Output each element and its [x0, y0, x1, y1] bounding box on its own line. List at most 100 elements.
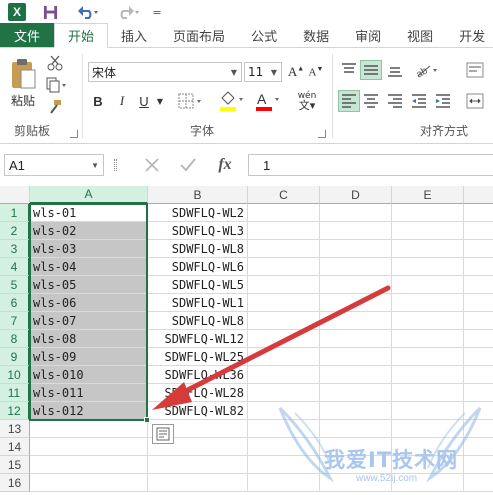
increase-indent-button[interactable] — [432, 90, 454, 112]
table-cell[interactable]: wls-010 — [30, 366, 148, 384]
table-cell[interactable] — [464, 258, 493, 276]
table-cell[interactable] — [320, 240, 392, 258]
table-cell[interactable]: wls-07 — [30, 312, 148, 330]
quick-analysis-button[interactable] — [152, 424, 174, 444]
table-cell[interactable] — [392, 294, 464, 312]
row-header[interactable]: 7 — [0, 312, 30, 330]
underline-button[interactable]: U — [134, 90, 154, 112]
row-header[interactable]: 3 — [0, 240, 30, 258]
table-cell[interactable]: wls-012 — [30, 402, 148, 420]
tab-formulas[interactable]: 公式 — [238, 23, 290, 47]
shrink-font-button[interactable]: A▼ — [306, 62, 326, 82]
table-cell[interactable] — [30, 420, 148, 438]
table-cell[interactable] — [392, 474, 464, 492]
table-cell[interactable]: SDWFLQ-WL82 — [148, 402, 248, 420]
table-cell[interactable] — [30, 438, 148, 456]
format-painter-button[interactable] — [44, 98, 66, 116]
table-cell[interactable]: SDWFLQ-WL2 — [148, 204, 248, 222]
table-cell[interactable] — [248, 276, 320, 294]
table-cell[interactable] — [248, 456, 320, 474]
bold-button[interactable]: B — [88, 90, 108, 112]
table-cell[interactable] — [464, 240, 493, 258]
table-cell[interactable] — [148, 456, 248, 474]
table-cell[interactable] — [248, 384, 320, 402]
table-cell[interactable] — [392, 222, 464, 240]
column-header-d[interactable]: D — [320, 186, 392, 204]
row-header[interactable]: 11 — [0, 384, 30, 402]
table-cell[interactable]: wls-02 — [30, 222, 148, 240]
table-cell[interactable] — [392, 366, 464, 384]
row-header[interactable]: 10 — [0, 366, 30, 384]
customize-qat-button[interactable]: = — [150, 2, 164, 22]
table-cell[interactable] — [320, 330, 392, 348]
font-launcher-icon[interactable] — [318, 130, 326, 138]
table-cell[interactable] — [248, 258, 320, 276]
table-cell[interactable] — [392, 456, 464, 474]
table-cell[interactable] — [320, 456, 392, 474]
table-cell[interactable] — [148, 474, 248, 492]
table-cell[interactable] — [320, 474, 392, 492]
table-cell[interactable] — [320, 366, 392, 384]
table-cell[interactable] — [464, 384, 493, 402]
column-header-c[interactable]: C — [248, 186, 320, 204]
fill-color-button[interactable] — [216, 88, 248, 114]
table-cell[interactable]: SDWFLQ-WL12 — [148, 330, 248, 348]
table-cell[interactable] — [248, 438, 320, 456]
font-color-button[interactable]: A — [252, 88, 284, 114]
table-cell[interactable]: SDWFLQ-WL8 — [148, 312, 248, 330]
font-size-combo[interactable]: 11 ▼ — [244, 62, 282, 82]
table-cell[interactable] — [320, 276, 392, 294]
grow-font-button[interactable]: A▲ — [286, 62, 306, 82]
row-header[interactable]: 2 — [0, 222, 30, 240]
table-cell[interactable] — [392, 330, 464, 348]
row-header[interactable]: 12 — [0, 402, 30, 420]
wrap-text-button[interactable] — [462, 60, 488, 80]
orientation-button[interactable]: ab — [412, 60, 442, 80]
table-cell[interactable]: wls-01 — [30, 204, 148, 222]
table-cell[interactable] — [248, 330, 320, 348]
table-cell[interactable]: wls-03 — [30, 240, 148, 258]
table-cell[interactable] — [320, 402, 392, 420]
table-cell[interactable] — [392, 312, 464, 330]
table-cell[interactable] — [320, 348, 392, 366]
table-cell[interactable] — [392, 240, 464, 258]
table-cell[interactable] — [464, 312, 493, 330]
table-cell[interactable] — [464, 330, 493, 348]
table-cell[interactable]: SDWFLQ-WL8 — [148, 240, 248, 258]
row-header[interactable]: 16 — [0, 474, 30, 492]
table-cell[interactable] — [392, 384, 464, 402]
tab-data[interactable]: 数据 — [290, 23, 342, 47]
table-cell[interactable] — [320, 222, 392, 240]
table-cell[interactable]: SDWFLQ-WL25 — [148, 348, 248, 366]
table-cell[interactable] — [248, 294, 320, 312]
column-header-e[interactable]: E — [392, 186, 464, 204]
table-cell[interactable]: SDWFLQ-WL36 — [148, 366, 248, 384]
copy-button[interactable] — [44, 76, 70, 94]
table-cell[interactable] — [320, 294, 392, 312]
row-header[interactable]: 8 — [0, 330, 30, 348]
insert-function-button[interactable]: fx — [210, 154, 240, 176]
table-cell[interactable] — [248, 420, 320, 438]
table-cell[interactable] — [464, 294, 493, 312]
row-header[interactable]: 15 — [0, 456, 30, 474]
table-cell[interactable] — [392, 258, 464, 276]
tab-insert[interactable]: 插入 — [108, 23, 160, 47]
row-header[interactable]: 14 — [0, 438, 30, 456]
undo-button[interactable] — [70, 2, 106, 22]
row-header[interactable]: 5 — [0, 276, 30, 294]
table-cell[interactable] — [464, 348, 493, 366]
confirm-entry-button[interactable] — [174, 154, 202, 176]
table-cell[interactable] — [464, 402, 493, 420]
tab-review[interactable]: 审阅 — [342, 23, 394, 47]
table-cell[interactable] — [320, 384, 392, 402]
table-cell[interactable] — [464, 366, 493, 384]
table-cell[interactable] — [464, 438, 493, 456]
table-cell[interactable] — [392, 438, 464, 456]
row-header[interactable]: 6 — [0, 294, 30, 312]
table-cell[interactable]: SDWFLQ-WL1 — [148, 294, 248, 312]
table-cell[interactable]: wls-011 — [30, 384, 148, 402]
tab-page-layout[interactable]: 页面布局 — [160, 23, 238, 47]
table-cell[interactable] — [248, 366, 320, 384]
table-cell[interactable] — [248, 474, 320, 492]
borders-button[interactable] — [176, 90, 206, 112]
